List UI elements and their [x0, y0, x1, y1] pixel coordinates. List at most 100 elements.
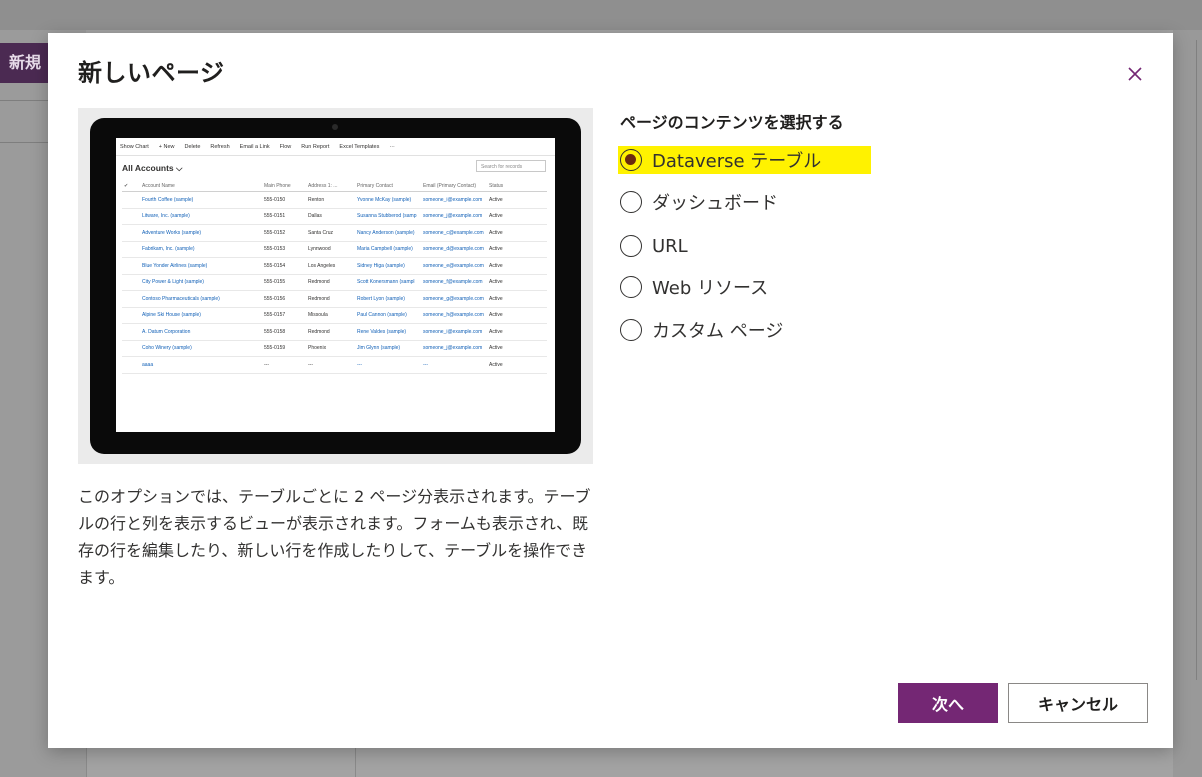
preview-table-cell: Active	[487, 241, 547, 258]
background-divider	[1196, 40, 1197, 680]
preview-view-title: All Accounts ⌵	[122, 163, 183, 173]
option-url[interactable]: URL	[620, 232, 688, 260]
background-divider	[0, 142, 48, 143]
new-page-dialog: 新しいページ Show Chart + New Delete Refresh E…	[48, 33, 1173, 748]
preview-table-row: Litware, Inc. (sample) 555-0151 Dallas Susa…	[122, 208, 547, 225]
preview-table-cell: someone_d@example.com	[421, 241, 487, 258]
preview-table-cell: 555-0150	[262, 191, 306, 209]
preview-table-cell: Fourth Coffee (sample)	[140, 191, 262, 209]
preview-table-cell: Active	[487, 356, 547, 374]
preview-toolbar-item: Email a Link	[239, 143, 270, 150]
option-label: URL	[652, 235, 688, 257]
option-dashboard[interactable]: ダッシュボード	[620, 188, 778, 216]
preview-table-cell: Active	[487, 274, 547, 291]
preview-table-cell: 555-0155	[262, 274, 306, 291]
preview-table-cell: Los Angeles	[306, 257, 355, 275]
option-label: Dataverse テーブル	[652, 151, 822, 172]
radio-button[interactable]	[620, 235, 642, 257]
preview-table-cell: Fabrikam, Inc. (sample)	[140, 241, 262, 258]
preview-table-cell: Active	[487, 208, 547, 225]
preview-row-select	[122, 290, 140, 308]
preview-table-row: Fourth Coffee (sample) 555-0150 Renton Yvon…	[122, 191, 547, 209]
radio-button[interactable]	[620, 319, 642, 341]
option-web-resource[interactable]: Web リソース	[620, 273, 768, 301]
preview-table-cell: Lynnwood	[306, 241, 355, 258]
preview-table-body: Fourth Coffee (sample) 555-0150 Renton Yvon…	[122, 191, 547, 374]
preview-table-cell: Coho Winery (sample)	[140, 340, 262, 357]
preview-column-header: Status	[487, 180, 547, 192]
preview-table-cell: A. Datum Corporation	[140, 323, 262, 341]
background-top-bar	[0, 0, 1202, 30]
preview-table-cell: someone_h@example.com	[421, 307, 487, 324]
preview-row-select	[122, 241, 140, 258]
preview-toolbar-item: Run Report	[301, 143, 330, 150]
preview-row-select	[122, 356, 140, 374]
options-title: ページのコンテンツを選択する	[620, 113, 844, 132]
preview-table-cell: Santa Cruz	[306, 224, 355, 242]
preview-table-cell: 555-0157	[262, 307, 306, 324]
option-dataverse-table[interactable]: Dataverse テーブル	[618, 146, 872, 174]
background-divider	[355, 748, 356, 777]
preview-table-cell: Active	[487, 307, 547, 324]
preview-table-header: ✔ Account Name Main Phone Address 1: ...…	[122, 180, 547, 192]
preview-row-select	[122, 323, 140, 341]
preview-table-row: Fabrikam, Inc. (sample) 555-0153 Lynnwood M…	[122, 241, 547, 258]
preview-table-cell: Renton	[306, 191, 355, 209]
preview-row-select	[122, 191, 140, 209]
radio-button[interactable]	[620, 276, 642, 298]
preview-row-select	[122, 224, 140, 242]
radio-button-checked[interactable]	[620, 149, 642, 171]
preview-table-cell: Missoula	[306, 307, 355, 324]
close-button[interactable]	[1122, 61, 1148, 87]
preview-table-cell: Contoso Pharmaceuticals (sample)	[140, 290, 262, 308]
preview-row-select	[122, 257, 140, 275]
preview-column-header: Main Phone	[262, 180, 306, 192]
preview-row-select	[122, 274, 140, 291]
preview-table-cell: Redmond	[306, 274, 355, 291]
preview-table-cell: someone_f@example.com	[421, 274, 487, 291]
tablet-frame: Show Chart + New Delete Refresh Email a …	[90, 118, 581, 454]
preview-table-cell: Jim Glynn (sample)	[355, 340, 421, 357]
preview-table-row: Contoso Pharmaceuticals (sample) 555-0156…	[122, 290, 547, 308]
option-label: カスタム ページ	[652, 321, 784, 342]
preview-search-box: Search for records	[476, 160, 546, 172]
preview-table-cell: Dallas	[306, 208, 355, 225]
preview-table-cell: Active	[487, 290, 547, 308]
background-divider	[0, 100, 48, 101]
preview-table-cell: Litware, Inc. (sample)	[140, 208, 262, 225]
preview-row-select	[122, 208, 140, 225]
close-icon	[1128, 67, 1142, 81]
radio-button[interactable]	[620, 191, 642, 213]
preview-toolbar-item: Show Chart	[120, 143, 149, 150]
preview-table-cell: Redmond	[306, 323, 355, 341]
preview-table-row: A. Datum Corporation 555-0158 Redmond Rene …	[122, 323, 547, 341]
preview-image: Show Chart + New Delete Refresh Email a …	[78, 108, 593, 464]
preview-table-cell: ---	[421, 356, 487, 374]
preview-table-cell: 555-0152	[262, 224, 306, 242]
preview-table-cell: someone_j@example.com	[421, 340, 487, 357]
preview-toolbar-item: Refresh	[210, 143, 230, 150]
preview-row-select	[122, 307, 140, 324]
next-button[interactable]: 次へ	[898, 683, 998, 723]
option-custom-page[interactable]: カスタム ページ	[620, 316, 783, 344]
preview-table-cell: City Power & Light (sample)	[140, 274, 262, 291]
preview-table-cell: Phoenix	[306, 340, 355, 357]
preview-table-cell: Redmond	[306, 290, 355, 308]
cancel-button[interactable]: キャンセル	[1008, 683, 1148, 723]
background-new-button: 新規	[0, 43, 48, 83]
preview-table-cell: someone_i@example.com	[421, 323, 487, 341]
preview-toolbar: Show Chart + New Delete Refresh Email a …	[116, 138, 555, 156]
preview-toolbar-item: Excel Templates	[339, 143, 380, 150]
preview-toolbar-item: Delete	[184, 143, 201, 150]
preview-table-row: Coho Winery (sample) 555-0159 Phoenix Jim G…	[122, 340, 547, 357]
preview-table-cell: Robert Lyon (sample)	[355, 290, 421, 308]
preview-table-cell: Alpine Ski House (sample)	[140, 307, 262, 324]
preview-table-cell: Active	[487, 340, 547, 357]
preview-table-cell: someone_g@example.com	[421, 290, 487, 308]
preview-table-cell: Nancy Anderson (sample)	[355, 224, 421, 242]
preview-table-cell: 555-0159	[262, 340, 306, 357]
background-right-panel	[1173, 30, 1202, 777]
option-description: このオプションでは、テーブルごとに 2 ページ分表示されます。テーブルの行と列を…	[78, 487, 591, 587]
preview-column-header: Primary Contact	[355, 180, 421, 192]
preview-table-cell: aaaa	[140, 356, 262, 374]
